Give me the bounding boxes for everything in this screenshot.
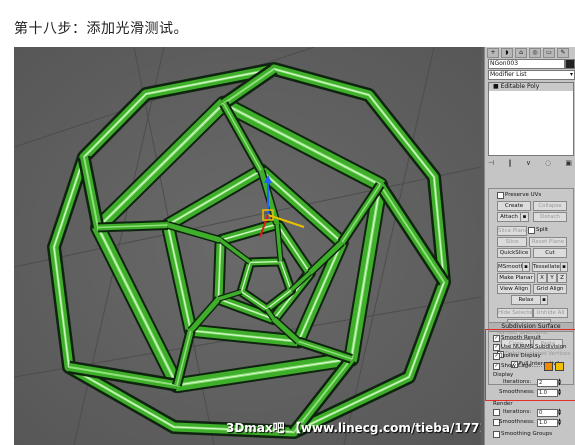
make-planar-button[interactable]: Make Planar	[497, 273, 535, 283]
unhide-all-button[interactable]: Unhide All	[533, 308, 568, 318]
make-planar-x-button[interactable]: X	[537, 273, 547, 283]
relax-settings-button[interactable]: ▪	[540, 295, 548, 305]
msmooth-settings-button[interactable]: ▪	[522, 262, 530, 272]
smoothing-groups-label: Smoothing Groups	[501, 431, 553, 437]
create-tab-icon[interactable]: +	[487, 48, 499, 58]
smoothing-groups-checkbox[interactable]	[493, 431, 500, 438]
reset-plane-button[interactable]: Reset Plane	[529, 237, 567, 247]
iterations-spinner[interactable]: 2	[537, 379, 558, 387]
smooth-result-label: Smooth Result	[501, 335, 541, 341]
object-name-field[interactable]: NGon003	[488, 59, 565, 69]
chevron-down-icon: ▾	[569, 71, 573, 78]
modify-tab-icon[interactable]: ◗	[501, 48, 513, 58]
tessellate-button[interactable]: Tessellate	[532, 262, 561, 272]
smoothness-spinner[interactable]: 1.0	[537, 389, 558, 397]
command-panel: + ◗ ⌂ ◎ ▭ ✎ NGon003 Modifier List ▾ ■ Ed…	[484, 47, 575, 445]
stack-item-editable-poly[interactable]: ■ Editable Poly	[489, 83, 573, 91]
iterations-label: Iterations:	[503, 379, 532, 385]
render-iterations-spinner-arrows-icon[interactable]: ▲ ▼	[558, 408, 562, 416]
cage-color-swatch-1[interactable]	[544, 362, 553, 371]
hierarchy-tab-icon[interactable]: ⌂	[515, 48, 527, 58]
stack-toolbar: ⊣ ‖ ∨ ◌ ▣	[488, 158, 572, 168]
modifier-list-dropdown[interactable]: Modifier List ▾	[488, 70, 575, 80]
detach-button[interactable]: Detach	[533, 212, 567, 222]
slice-plane-button[interactable]: Slice Plane	[497, 226, 527, 236]
render-smoothness-spinner[interactable]: 1.0	[537, 419, 558, 427]
pin-stack-icon[interactable]: ⊣	[488, 159, 494, 167]
attach-list-button[interactable]: ▪	[520, 212, 529, 222]
quickslice-button[interactable]: QuickSlice	[497, 248, 531, 258]
modifier-stack[interactable]: ■ Editable Poly	[488, 82, 574, 156]
command-panel-tabs: + ◗ ⌂ ◎ ▭ ✎	[487, 48, 575, 58]
cut-button[interactable]: Cut	[533, 248, 567, 258]
smoothness-spinner-arrows-icon[interactable]: ▲ ▼	[558, 388, 562, 396]
collapse-button[interactable]: Collapse	[533, 201, 567, 211]
smoothness-label: Smoothness:	[499, 389, 535, 395]
use-nurms-checkbox[interactable]: ✓	[493, 344, 500, 351]
display-group-label: Display	[493, 372, 514, 378]
attach-button[interactable]: Attach	[497, 212, 521, 222]
render-iterations-checkbox[interactable]	[493, 409, 500, 416]
msmooth-button[interactable]: MSmooth	[497, 262, 523, 272]
step-caption: 第十八步：添加光滑测试。	[14, 20, 188, 36]
show-cage-label: Show Cage......	[501, 363, 543, 369]
show-end-result-icon[interactable]: ‖	[508, 159, 512, 167]
split-label: Split	[536, 227, 549, 233]
hide-selected-button[interactable]: Hide Selected	[497, 308, 533, 318]
iterations-spinner-arrows-icon[interactable]: ▲ ▼	[558, 378, 562, 386]
preserve-uvs-label: Preserve UVs	[505, 192, 542, 198]
object-color-swatch[interactable]	[565, 59, 575, 69]
tessellate-settings-button[interactable]: ▪	[560, 262, 568, 272]
render-iterations-label: Iterations:	[503, 409, 532, 415]
render-group-label: Render	[493, 401, 513, 407]
watermark: 3Dmax吧 【www.linecg.com/tieba/1771】	[226, 421, 481, 435]
max-screenshot: 3Dmax吧 【www.linecg.com/tieba/1771】 + ◗ ⌂…	[14, 47, 575, 445]
dodecahedron-render	[14, 47, 481, 445]
render-smoothness-spinner-arrows-icon[interactable]: ▲ ▼	[558, 418, 562, 426]
view-align-button[interactable]: View Align	[497, 284, 531, 294]
remove-modifier-icon[interactable]: ◌	[545, 159, 551, 167]
configure-sets-icon[interactable]: ▣	[565, 159, 572, 167]
relax-button[interactable]: Relax	[511, 295, 541, 305]
split-checkbox[interactable]	[528, 227, 535, 234]
render-smoothness-label: Smoothness:	[499, 419, 535, 425]
display-tab-icon[interactable]: ▭	[543, 48, 555, 58]
isoline-display-label: Isoline Display	[501, 353, 541, 359]
grid-align-button[interactable]: Grid Align	[533, 284, 567, 294]
motion-tab-icon[interactable]: ◎	[529, 48, 541, 58]
perspective-viewport[interactable]: 3Dmax吧 【www.linecg.com/tieba/1771】	[14, 47, 481, 445]
make-planar-z-button[interactable]: Z	[557, 273, 567, 283]
cage-color-swatch-2[interactable]	[555, 362, 564, 371]
create-button[interactable]: Create	[497, 201, 531, 211]
isoline-display-checkbox[interactable]: ✓	[493, 353, 500, 360]
slice-button[interactable]: Slice	[497, 237, 527, 247]
make-planar-y-button[interactable]: Y	[547, 273, 557, 283]
render-iterations-spinner[interactable]: 0	[537, 409, 558, 417]
make-unique-icon[interactable]: ∨	[526, 159, 531, 167]
show-cage-checkbox[interactable]: ✓	[493, 363, 500, 370]
use-nurms-label: Use NURMS Subdivision	[501, 344, 567, 350]
utilities-tab-icon[interactable]: ✎	[557, 48, 569, 58]
preserve-uvs-checkbox[interactable]	[497, 192, 504, 199]
modifier-list-label: Modifier List	[490, 71, 527, 78]
smooth-result-checkbox[interactable]: ✓	[493, 335, 500, 342]
